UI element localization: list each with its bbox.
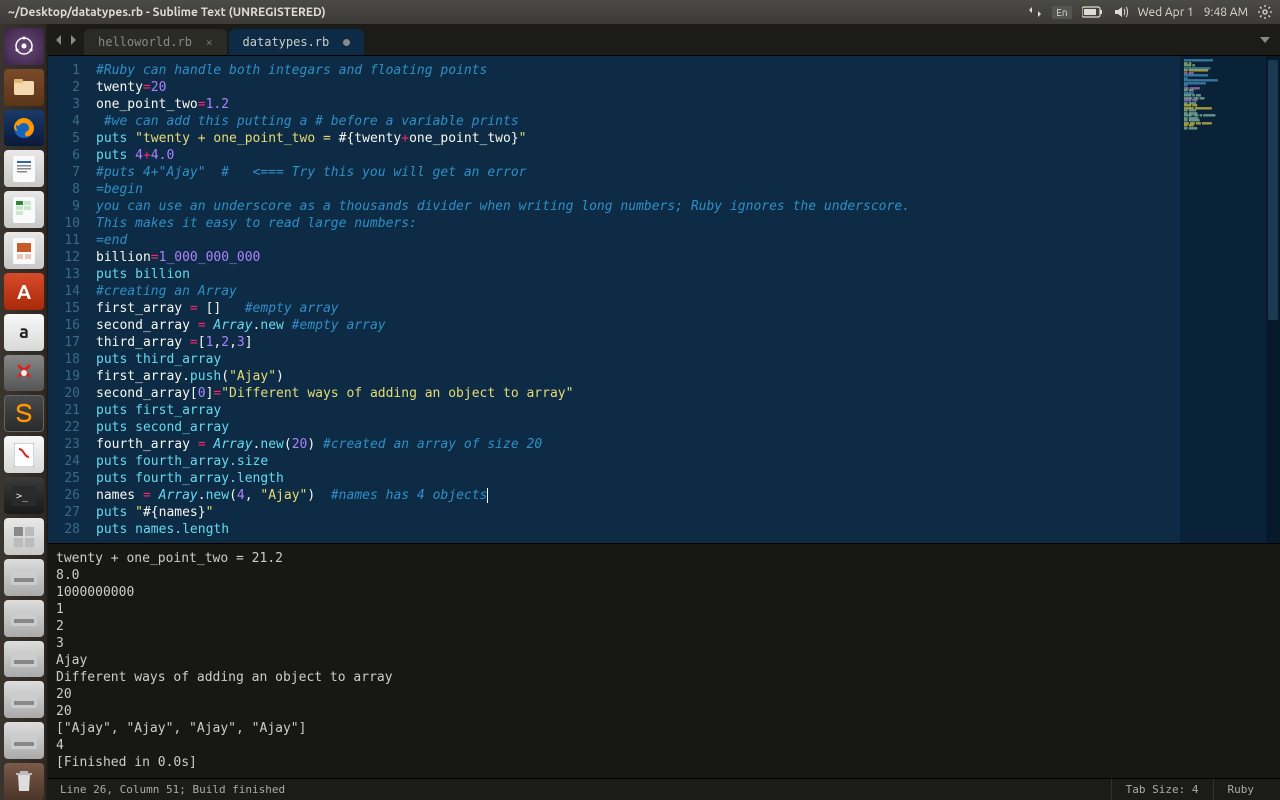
status-tabsize[interactable]: Tab Size: 4 bbox=[1111, 779, 1213, 800]
status-bar: Line 26, Column 51; Build finished Tab S… bbox=[48, 778, 1280, 800]
tab-datatypes[interactable]: datatypes.rb bbox=[229, 29, 365, 55]
close-icon[interactable]: × bbox=[206, 36, 213, 49]
launcher-workspaces[interactable] bbox=[4, 518, 44, 555]
os-menu-bar: ~/Desktop/datatypes.rb - Sublime Text (U… bbox=[0, 0, 1280, 24]
launcher-drive-2[interactable] bbox=[4, 600, 44, 637]
launcher-drive-4[interactable] bbox=[4, 681, 44, 718]
status-syntax[interactable]: Ruby bbox=[1213, 779, 1269, 800]
tab-dirty-icon bbox=[343, 39, 350, 46]
launcher-sublime[interactable] bbox=[4, 395, 44, 432]
launcher-files[interactable] bbox=[4, 69, 44, 106]
keyboard-indicator[interactable]: En bbox=[1052, 6, 1071, 19]
nav-back-icon[interactable] bbox=[54, 30, 64, 49]
scrollbar-thumb[interactable] bbox=[1268, 60, 1278, 320]
vertical-scrollbar[interactable] bbox=[1266, 56, 1280, 543]
launcher-settings[interactable] bbox=[4, 355, 44, 392]
launcher-evince[interactable] bbox=[4, 436, 44, 473]
line-gutter: 1234567891011121314151617181920212223242… bbox=[48, 56, 88, 543]
minimap[interactable]: ████████████████████████ ███ ██ ██████ █… bbox=[1180, 56, 1280, 543]
launcher-trash[interactable] bbox=[4, 763, 44, 800]
text-cursor bbox=[487, 488, 488, 503]
launcher-software[interactable]: A bbox=[4, 273, 44, 310]
launcher-drive-3[interactable] bbox=[4, 641, 44, 678]
launcher-dash[interactable] bbox=[4, 28, 44, 65]
unity-launcher: A a >_ bbox=[0, 24, 48, 800]
status-position: Line 26, Column 51; Build finished bbox=[60, 783, 285, 796]
launcher-amazon[interactable]: a bbox=[4, 314, 44, 351]
tab-label: helloworld.rb bbox=[98, 35, 192, 49]
code-area[interactable]: 1234567891011121314151617181920212223242… bbox=[48, 56, 1280, 543]
code-content[interactable]: #Ruby can handle both integars and float… bbox=[88, 56, 1180, 543]
window-title: ~/Desktop/datatypes.rb - Sublime Text (U… bbox=[8, 6, 326, 19]
clock-date[interactable]: Wed Apr 1 bbox=[1138, 6, 1194, 19]
sound-icon[interactable] bbox=[1114, 5, 1128, 19]
launcher-drive-1[interactable] bbox=[4, 559, 44, 596]
clock-time[interactable]: 9:48 AM bbox=[1204, 6, 1248, 19]
gear-icon[interactable] bbox=[1258, 5, 1272, 19]
launcher-terminal[interactable]: >_ bbox=[4, 477, 44, 514]
sublime-editor: helloworld.rb × datatypes.rb 12345678910… bbox=[48, 24, 1280, 800]
tab-menu-icon[interactable] bbox=[1260, 30, 1280, 55]
build-output-panel[interactable]: twenty + one_point_two = 21.2 8.0 100000… bbox=[48, 543, 1280, 778]
launcher-calc[interactable] bbox=[4, 191, 44, 228]
network-icon[interactable] bbox=[1028, 5, 1042, 19]
svg-text:>_: >_ bbox=[16, 491, 29, 502]
tab-helloworld[interactable]: helloworld.rb × bbox=[84, 29, 227, 55]
nav-forward-icon[interactable] bbox=[68, 30, 78, 49]
launcher-impress[interactable] bbox=[4, 232, 44, 269]
launcher-drive-5[interactable] bbox=[4, 722, 44, 759]
battery-icon[interactable] bbox=[1082, 6, 1104, 18]
tab-label: datatypes.rb bbox=[243, 35, 330, 49]
tab-bar: helloworld.rb × datatypes.rb bbox=[48, 24, 1280, 56]
launcher-writer[interactable] bbox=[4, 150, 44, 187]
launcher-firefox[interactable] bbox=[4, 110, 44, 147]
